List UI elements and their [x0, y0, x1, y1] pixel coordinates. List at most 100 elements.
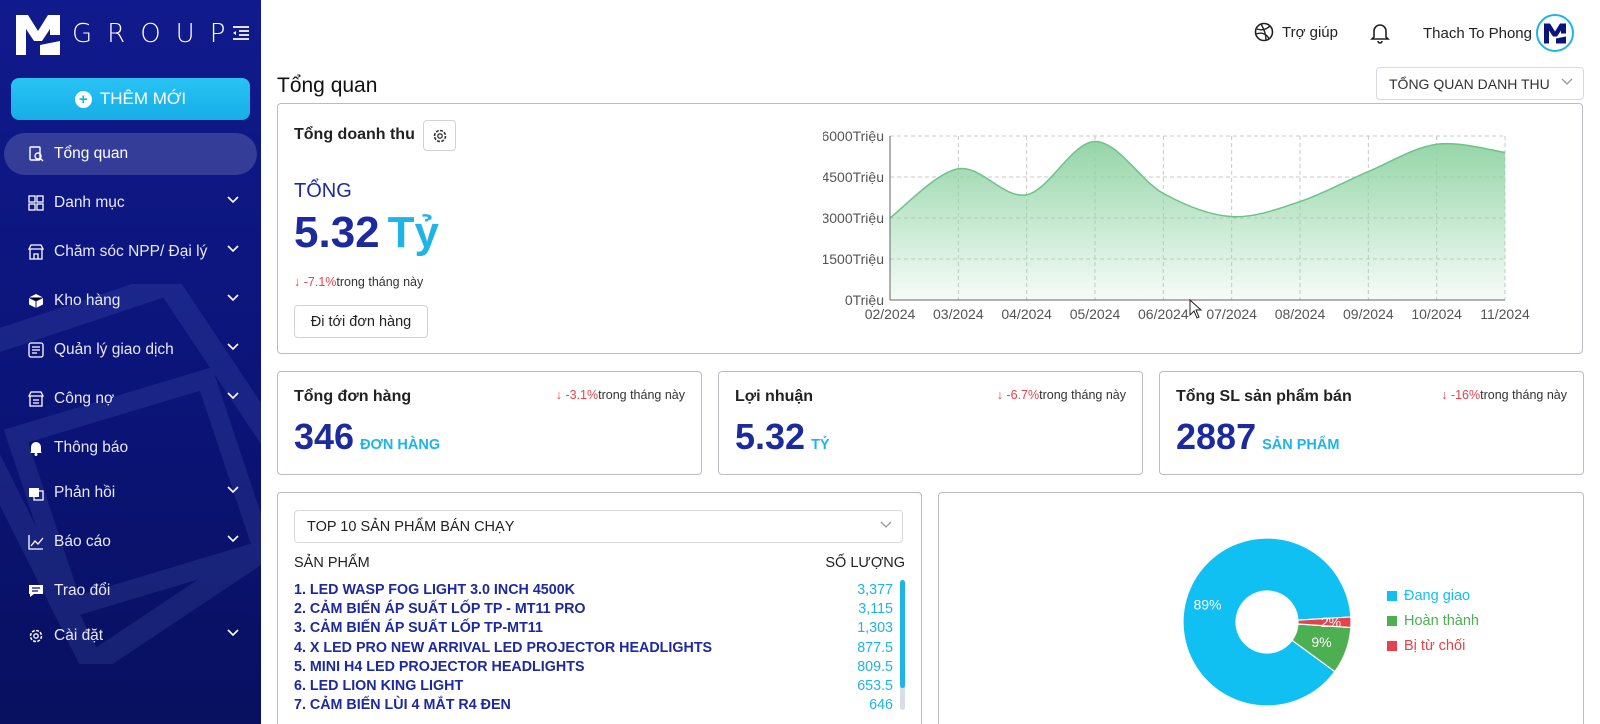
- list-item[interactable]: 7. CẢM BIẾN LÙI 4 MẮT R4 ĐEN 646: [294, 697, 893, 716]
- top-products-select-value: TOP 10 SẢN PHẨM BÁN CHẠY: [307, 518, 515, 535]
- down-arrow-icon: ↓: [996, 388, 1007, 402]
- debt-icon: [28, 391, 44, 407]
- legend-swatch: [1387, 640, 1397, 651]
- bell-icon: [28, 440, 44, 456]
- list-item[interactable]: 6. LED LION KING LIGHT 653.5: [294, 678, 893, 697]
- stat-trend: ↓ -16%trong tháng này: [1441, 388, 1567, 402]
- avatar[interactable]: [1536, 14, 1574, 52]
- x-tick-label: 07/2024: [1206, 306, 1257, 322]
- list-item[interactable]: 5. MINI H4 LED PROJECTOR HEADLIGHTS 809.5: [294, 659, 893, 678]
- legend-label: Bị từ chối: [1404, 637, 1466, 654]
- sidebar-item-tong-quan[interactable]: Tổng quan: [4, 133, 257, 175]
- mouse-cursor-icon: [1189, 298, 1203, 319]
- overview-select[interactable]: TỔNG QUAN DANH THU: [1376, 67, 1584, 100]
- y-tick-label: 4500Triệu: [823, 169, 884, 185]
- notification-bell-icon[interactable]: [1370, 22, 1390, 44]
- sidebar-item-cong-no[interactable]: Công nợ: [4, 378, 257, 420]
- product-name: 1. LED WASP FOG LIGHT 3.0 INCH 4500K: [294, 582, 575, 598]
- legend-item[interactable]: Bị từ chối: [1387, 633, 1479, 658]
- stat-value: 2887: [1176, 416, 1257, 457]
- stat-card-profit: Lợi nhuận ↓ -6.7%trong tháng này 5.32 TỶ: [718, 371, 1143, 475]
- sidebar-item-label: Quản lý giao dịch: [54, 341, 174, 358]
- sidebar-item-label: Công nợ: [54, 390, 115, 407]
- x-tick-label: 08/2024: [1275, 306, 1326, 322]
- report-search-icon: [28, 146, 44, 162]
- sidebar-item-cham-soc[interactable]: Chăm sóc NPP/ Đại lý: [4, 231, 257, 273]
- product-qty: 3,115: [858, 601, 893, 618]
- legend-label: Hoàn thành: [1404, 612, 1479, 629]
- product-name: 3. CẢM BIẾN ÁP SUẤT LỐP TP-MT11: [294, 620, 543, 637]
- list-item[interactable]: 2. CẢM BIẾN ÁP SUẤT LỐP TP - MT11 PRO 3,1…: [294, 601, 893, 620]
- stat-value: 5.32: [735, 416, 806, 457]
- stat-card-orders: Tổng đơn hàng ↓ -3.1%trong tháng này 346…: [277, 371, 702, 475]
- list-item[interactable]: 4. X LED PRO NEW ARRIVAL LED PROJECTOR H…: [294, 640, 893, 659]
- stat-unit: TỶ: [811, 437, 830, 453]
- y-tick-label: 3000Triệu: [823, 210, 884, 226]
- column-header-qty: SỐ LƯỢNG: [825, 555, 905, 571]
- sidebar-item-trao-doi[interactable]: Trao đổi: [4, 570, 257, 612]
- down-arrow-icon: ↓: [1441, 388, 1451, 402]
- y-tick-label: 1500Triệu: [823, 251, 884, 267]
- goto-orders-button[interactable]: Đi tới đơn hàng: [294, 305, 428, 338]
- sidebar-item-cai-dat[interactable]: Cài đặt: [4, 615, 257, 657]
- add-new-button[interactable]: + THÊM MỚI: [11, 78, 250, 120]
- legend-swatch: [1387, 615, 1397, 626]
- trend-value: -3.1%: [565, 388, 599, 402]
- revenue-title: Tổng doanh thu: [294, 126, 415, 143]
- list-item[interactable]: 1. LED WASP FOG LIGHT 3.0 INCH 4500K 3,37…: [294, 582, 893, 601]
- sidebar-item-quan-ly-giao-dich[interactable]: Quản lý giao dịch: [4, 329, 257, 371]
- sidebar-item-thong-bao[interactable]: Thông báo: [4, 427, 257, 469]
- legend-item[interactable]: Đang giao: [1387, 583, 1479, 608]
- product-name: 5. MINI H4 LED PROJECTOR HEADLIGHTS: [294, 658, 585, 675]
- product-qty: 1,303: [857, 620, 893, 637]
- mg-logo-icon: [1544, 23, 1566, 44]
- sidebar-item-label: Cài đặt: [54, 627, 104, 644]
- product-qty: 653.5: [857, 677, 893, 694]
- sidebar-nav: Tổng quan Danh mục Chăm sóc NPP/ Đại lý …: [0, 133, 261, 664]
- revenue-trend: ↓ -7.1%trong tháng này: [294, 275, 423, 289]
- list-scrollbar-thumb[interactable]: [900, 580, 905, 688]
- list-scrollbar[interactable]: [900, 580, 905, 710]
- stat-value-row: 2887 SẢN PHẨM: [1176, 416, 1339, 458]
- stat-trend: ↓ -3.1%trong tháng này: [556, 388, 685, 402]
- legend-swatch: [1387, 590, 1397, 601]
- product-name: 4. X LED PRO NEW ARRIVAL LED PROJECTOR H…: [294, 639, 713, 656]
- stat-card-products-sold: Tổng SL sản phẩm bán ↓ -16%trong tháng n…: [1159, 371, 1584, 475]
- legend-label: Đang giao: [1404, 587, 1471, 604]
- add-new-label: THÊM MỚI: [99, 89, 187, 108]
- x-tick-label: 11/2024: [1480, 306, 1530, 322]
- help-label: Trợ giúp: [1282, 23, 1338, 41]
- pie-value-label: 9%: [1311, 634, 1331, 650]
- overview-select-value: TỔNG QUAN DANH THU: [1389, 75, 1550, 92]
- chat-icon: [28, 583, 44, 599]
- sidebar-item-phan-hoi[interactable]: Phản hồi: [4, 472, 257, 514]
- total-value: 5.32 Tỷ: [294, 208, 439, 258]
- stat-value: 346: [294, 416, 355, 457]
- list-item[interactable]: 3. CẢM BIẾN ÁP SUẤT LỐP TP-MT11 1,303: [294, 620, 893, 639]
- total-label: TỔNG: [294, 180, 352, 202]
- user-name[interactable]: Thach To Phong: [1423, 25, 1532, 42]
- chevron-down-icon: [880, 521, 892, 528]
- revenue-settings-button[interactable]: [423, 120, 456, 151]
- sidebar-item-bao-cao[interactable]: Báo cáo: [4, 521, 257, 563]
- help-link[interactable]: Trợ giúp: [1254, 22, 1338, 42]
- trend-suffix: trong tháng này: [336, 275, 424, 289]
- gear-icon: [433, 129, 446, 142]
- sidebar-item-label: Báo cáo: [54, 533, 111, 550]
- product-qty: 809.5: [857, 658, 893, 675]
- mg-logo-icon: [16, 15, 60, 55]
- chevron-down-icon: [227, 629, 239, 637]
- sidebar-item-label: Danh mục: [54, 194, 125, 211]
- sidebar-item-kho-hang[interactable]: Kho hàng: [4, 280, 257, 322]
- x-tick-label: 04/2024: [1001, 306, 1052, 322]
- sidebar-item-danh-muc[interactable]: Danh mục: [4, 182, 257, 224]
- brand-logo[interactable]: GROUP: [14, 10, 240, 58]
- legend-item[interactable]: Hoàn thành: [1387, 608, 1479, 633]
- chevron-down-icon: [227, 196, 239, 204]
- dribbble-help-icon: [1254, 22, 1274, 42]
- chevron-down-icon: [227, 294, 239, 302]
- grid-icon: [28, 195, 44, 211]
- top-products-select[interactable]: TOP 10 SẢN PHẨM BÁN CHẠY: [294, 510, 903, 543]
- collapse-menu-icon[interactable]: [232, 25, 250, 41]
- x-tick-label: 03/2024: [933, 306, 984, 322]
